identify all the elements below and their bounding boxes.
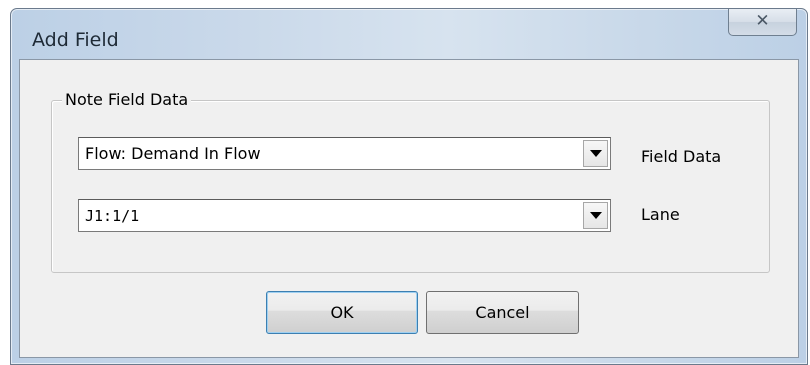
add-field-dialog: Add Field ✕ Note Field Data Flow: Demand… [10,8,808,365]
chevron-down-icon [589,212,602,219]
lane-dropdown[interactable]: J1:1/1 [78,199,611,232]
field-data-dropdown-button[interactable] [583,140,608,167]
lane-dropdown-button[interactable] [583,202,608,229]
group-legend: Note Field Data [62,90,192,110]
lane-label: Lane [641,205,680,224]
dialog-title: Add Field [32,29,119,51]
dialog-body: Note Field Data Flow: Demand In Flow Fie… [19,59,799,358]
field-data-dropdown[interactable]: Flow: Demand In Flow [78,137,611,170]
close-icon: ✕ [755,10,770,31]
field-data-label: Field Data [641,147,722,166]
chevron-down-icon [589,150,602,157]
lane-value: J1:1/1 [85,207,140,225]
close-button[interactable]: ✕ [728,9,797,36]
title-bar[interactable]: Add Field ✕ [11,9,807,59]
cancel-button[interactable]: Cancel [426,291,579,334]
note-field-data-group: Note Field Data Flow: Demand In Flow Fie… [51,90,770,273]
field-data-value: Flow: Demand In Flow [85,144,261,163]
ok-button[interactable]: OK [266,291,418,334]
